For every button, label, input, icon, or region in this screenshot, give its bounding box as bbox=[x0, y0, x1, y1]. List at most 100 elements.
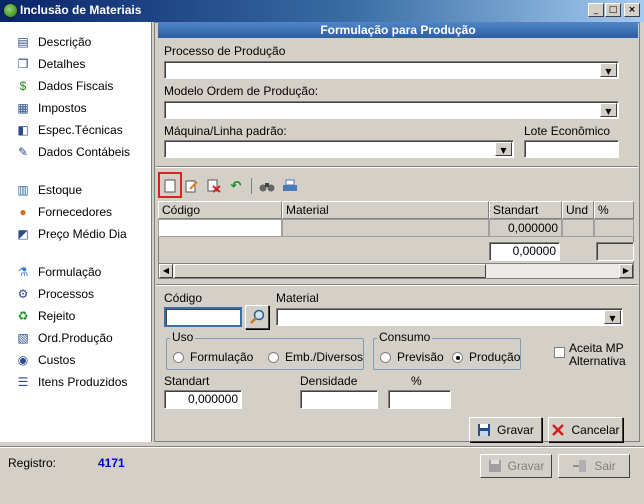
cell-codigo[interactable] bbox=[158, 219, 282, 237]
sidebar-item-13[interactable]: ◉ Custos bbox=[16, 351, 76, 369]
delete-icon[interactable] bbox=[204, 176, 224, 196]
footer-separator bbox=[0, 446, 644, 448]
processo-label: Processo de Produção bbox=[164, 44, 286, 58]
maquina-combo[interactable]: ▼ bbox=[164, 140, 514, 158]
recycle-icon: ♻ bbox=[17, 309, 29, 323]
sidebar-item-label: Estoque bbox=[38, 183, 83, 197]
sidebar-item-0[interactable]: ▤ Descrição bbox=[16, 33, 91, 51]
registro-value: 4171 bbox=[98, 456, 125, 470]
sidebar-item-12[interactable]: ▧ Ord.Produção bbox=[16, 329, 112, 347]
radio-emb-diversos-label[interactable]: Emb./Diversos bbox=[285, 350, 363, 364]
consumo-legend: Consumo bbox=[377, 330, 433, 344]
pct-label: % bbox=[411, 374, 422, 388]
densidade-input[interactable] bbox=[300, 390, 378, 409]
densidade-label: Densidade bbox=[300, 374, 358, 388]
sidebar-item-7[interactable]: ● Fornecedores bbox=[16, 203, 112, 221]
magnifier-icon bbox=[250, 309, 265, 324]
new-document-icon[interactable] bbox=[160, 176, 180, 196]
radio-formulacao-label[interactable]: Formulação bbox=[190, 350, 253, 364]
form-icon: ▤ bbox=[17, 35, 29, 49]
footer-gravar-button[interactable]: Gravar bbox=[480, 454, 552, 478]
sidebar-item-11[interactable]: ♻ Rejeito bbox=[16, 307, 76, 325]
sidebar-item-label: Detalhes bbox=[38, 57, 86, 71]
radio-emb-diversos[interactable] bbox=[268, 352, 279, 363]
separator bbox=[156, 284, 638, 286]
sidebar-item-label: Impostos bbox=[38, 101, 87, 115]
modelo-value bbox=[165, 102, 168, 116]
coins-icon: ◉ bbox=[17, 353, 29, 367]
sidebar-item-3[interactable]: ▦ Impostos bbox=[16, 99, 87, 117]
close-button[interactable]: × bbox=[624, 3, 640, 17]
codigo-input[interactable] bbox=[164, 307, 242, 327]
sidebar-item-10[interactable]: ⚙ Processos bbox=[16, 285, 94, 303]
sidebar-item-label: Preço Médio Dia bbox=[38, 227, 127, 241]
bar-chart-icon: ▥ bbox=[17, 183, 29, 197]
sidebar-item-1[interactable]: ❐ Detalhes bbox=[16, 55, 86, 73]
panel-title: Formulação para Produção bbox=[158, 22, 638, 38]
binoculars-icon[interactable] bbox=[257, 176, 277, 196]
cell-pct[interactable] bbox=[594, 219, 634, 237]
scroll-thumb[interactable] bbox=[174, 264, 486, 278]
material-label: Material bbox=[276, 291, 319, 305]
cell-material[interactable] bbox=[282, 219, 489, 237]
printer-icon[interactable] bbox=[280, 176, 300, 196]
sair-button[interactable]: Sair bbox=[558, 454, 630, 478]
sidebar-item-label: Rejeito bbox=[38, 309, 76, 323]
standart-input[interactable]: 0,000000 bbox=[164, 390, 242, 409]
sidebar-item-2[interactable]: $ Dados Fiscais bbox=[16, 77, 114, 95]
sair-label: Sair bbox=[594, 459, 616, 473]
sidebar-item-label: Custos bbox=[38, 353, 76, 367]
col-standart[interactable]: Standart bbox=[489, 201, 562, 219]
sidebar-item-8[interactable]: ◩ Preço Médio Dia bbox=[16, 225, 127, 243]
sidebar-item-9[interactable]: ⚗ Formulação bbox=[16, 263, 102, 281]
aceita-mp-checkbox[interactable] bbox=[554, 347, 565, 358]
chevron-down-icon[interactable]: ▼ bbox=[600, 103, 617, 117]
maximize-button[interactable]: □ bbox=[605, 3, 621, 17]
edit-icon[interactable] bbox=[182, 176, 202, 196]
radio-producao[interactable] bbox=[452, 352, 463, 363]
cell-standart[interactable]: 0,000000 bbox=[489, 219, 562, 237]
gravar-button[interactable]: Gravar bbox=[469, 417, 542, 442]
radio-previsao[interactable] bbox=[380, 352, 391, 363]
minimize-button[interactable]: _ bbox=[588, 3, 604, 17]
lote-label: Lote Econômico bbox=[524, 124, 611, 138]
registro-label: Registro: bbox=[8, 456, 57, 470]
chevron-down-icon[interactable]: ▼ bbox=[604, 310, 621, 324]
scroll-right-icon[interactable]: ▶ bbox=[619, 264, 633, 278]
chevron-down-icon[interactable]: ▼ bbox=[600, 63, 617, 77]
radio-producao-label[interactable]: Produção bbox=[469, 350, 520, 364]
aceita-mp-label-2[interactable]: Alternativa bbox=[569, 354, 626, 368]
people-icon: ● bbox=[19, 205, 27, 219]
search-button[interactable] bbox=[245, 305, 269, 329]
toolbar-separator bbox=[251, 178, 252, 194]
radio-previsao-label[interactable]: Previsão bbox=[397, 350, 444, 364]
sidebar-item-label: Processos bbox=[38, 287, 95, 301]
list-icon: ☰ bbox=[17, 375, 29, 389]
lote-input[interactable] bbox=[524, 140, 619, 158]
sidebar-item-5[interactable]: ✎ Dados Contábeis bbox=[16, 143, 130, 161]
col-pct[interactable]: % bbox=[594, 201, 634, 219]
col-material[interactable]: Material bbox=[282, 201, 489, 219]
processo-combo[interactable]: ▼ bbox=[164, 61, 619, 79]
cancel-x-icon bbox=[552, 423, 565, 436]
cancelar-button[interactable]: Cancelar bbox=[548, 417, 623, 442]
sidebar-item-4[interactable]: ◧ Espec.Técnicas bbox=[16, 121, 123, 139]
process-icon: ⚙ bbox=[17, 287, 29, 301]
uso-legend: Uso bbox=[170, 330, 196, 344]
col-und[interactable]: Und bbox=[562, 201, 594, 219]
cell-und[interactable] bbox=[562, 219, 594, 237]
scroll-left-icon[interactable]: ◀ bbox=[159, 264, 173, 278]
material-value bbox=[277, 309, 280, 323]
undo-icon[interactable]: ↶ bbox=[226, 176, 246, 196]
chevron-down-icon[interactable]: ▼ bbox=[495, 142, 512, 156]
specs-icon: ◧ bbox=[17, 123, 29, 137]
modelo-combo[interactable]: ▼ bbox=[164, 101, 619, 119]
aceita-mp-label[interactable]: Aceita MP bbox=[569, 341, 624, 355]
sidebar-item-14[interactable]: ☰ Itens Produzidos bbox=[16, 373, 128, 391]
radio-formulacao[interactable] bbox=[173, 352, 184, 363]
sidebar-item-6[interactable]: ▥ Estoque bbox=[16, 181, 82, 199]
col-codigo[interactable]: Código bbox=[158, 201, 282, 219]
material-combo[interactable]: ▼ bbox=[276, 308, 623, 326]
pct-input[interactable] bbox=[388, 390, 451, 409]
sidebar-item-label: Espec.Técnicas bbox=[38, 123, 123, 137]
